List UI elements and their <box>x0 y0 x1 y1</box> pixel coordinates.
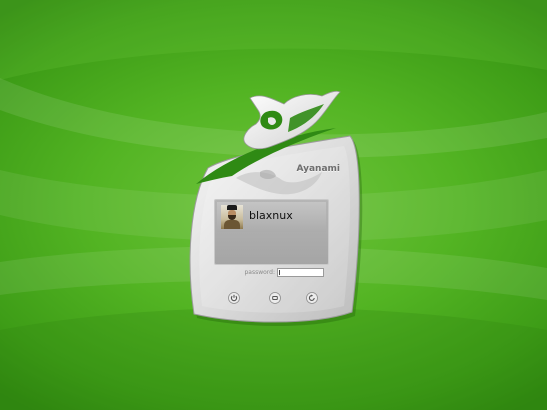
password-label: password: <box>244 269 275 276</box>
session-icon <box>269 292 281 304</box>
user-avatar <box>221 205 243 229</box>
restart-icon <box>306 292 318 304</box>
restart-button[interactable] <box>306 292 318 304</box>
user-list-item[interactable]: blaxnux <box>217 202 326 232</box>
text-cursor <box>279 270 280 275</box>
session-button[interactable] <box>269 292 281 304</box>
hostname-label: Ayanami <box>296 164 340 174</box>
power-icon <box>228 292 240 304</box>
user-list: blaxnux <box>214 199 329 265</box>
shutdown-button[interactable] <box>228 292 240 304</box>
user-name: blaxnux <box>249 209 293 222</box>
password-input[interactable] <box>277 268 324 277</box>
